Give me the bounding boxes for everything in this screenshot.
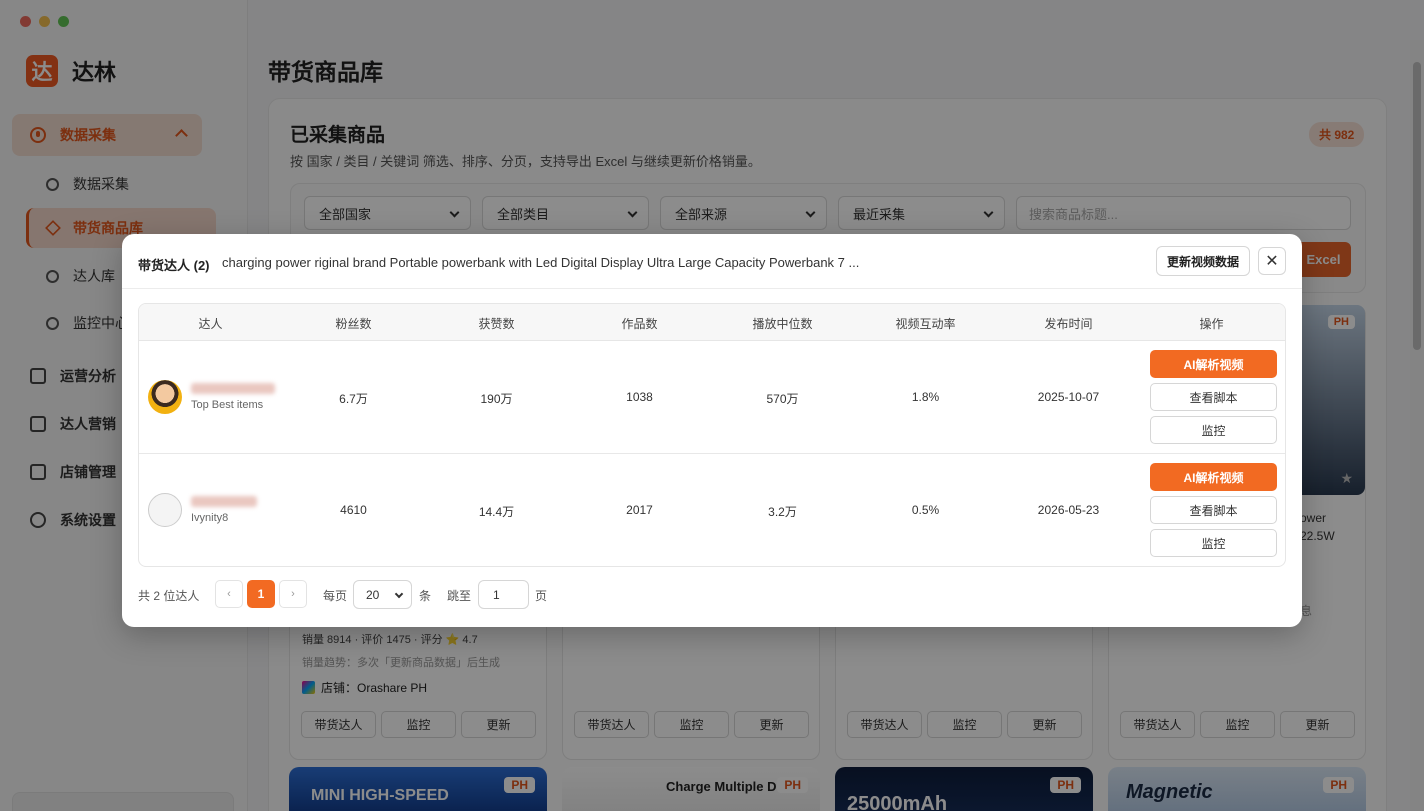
jump-label: 跳至 bbox=[447, 589, 472, 603]
view-script-button[interactable]: 查看脚本 bbox=[1150, 383, 1277, 411]
followers-cell: 6.7万 bbox=[339, 392, 368, 406]
column-header: 粉丝数 bbox=[335, 317, 372, 331]
median-views-cell: 3.2万 bbox=[768, 505, 797, 519]
engagement-cell: 0.5% bbox=[911, 503, 940, 517]
column-header: 达人 bbox=[198, 317, 223, 331]
column-header: 获赞数 bbox=[478, 317, 515, 331]
column-header: 作品数 bbox=[621, 317, 658, 331]
creator-name[interactable] bbox=[191, 383, 275, 394]
creator-handle: Ivynity8 bbox=[191, 512, 229, 524]
publish-date-cell: 2026-05-23 bbox=[1037, 503, 1100, 517]
creator-name[interactable] bbox=[191, 496, 257, 507]
table-header: 达人 粉丝数 获赞数 作品数 播放中位数 视频互动率 发布时间 操作 bbox=[139, 304, 1285, 341]
per-page-select[interactable]: 20 bbox=[353, 580, 412, 609]
per-page-value: 20 bbox=[366, 587, 380, 602]
followers-cell: 4610 bbox=[340, 503, 367, 517]
modal-title: 带货达人 (2) bbox=[138, 258, 210, 273]
monitor-creator-button[interactable]: 监控 bbox=[1150, 416, 1277, 444]
videos-cell: 2017 bbox=[626, 503, 653, 517]
page-unit: 页 bbox=[535, 589, 548, 603]
avatar[interactable] bbox=[148, 380, 182, 414]
videos-cell: 1038 bbox=[626, 390, 653, 404]
creators-modal: 带货达人 (2) charging power riginal brand Po… bbox=[122, 234, 1302, 627]
column-header: 视频互动率 bbox=[895, 317, 956, 331]
likes-cell: 190万 bbox=[480, 392, 513, 406]
chevron-down-icon bbox=[394, 589, 404, 599]
ai-analyze-video-button[interactable]: AI解析视频 bbox=[1150, 463, 1277, 491]
column-header: 操作 bbox=[1199, 317, 1224, 331]
view-script-button[interactable]: 查看脚本 bbox=[1150, 496, 1277, 524]
column-header: 播放中位数 bbox=[752, 317, 813, 331]
monitor-creator-button[interactable]: 监控 bbox=[1150, 529, 1277, 557]
modal-product-title: charging power riginal brand Portable po… bbox=[222, 255, 860, 270]
table-row: Top Best items 6.7万 190万 1038 570万 1.8% … bbox=[139, 341, 1285, 454]
creator-handle: Top Best items bbox=[191, 399, 264, 411]
median-views-cell: 570万 bbox=[766, 392, 799, 406]
per-page-unit: 条 bbox=[419, 589, 432, 603]
table-row: Ivynity8 4610 14.4万 2017 3.2万 0.5% 2026-… bbox=[139, 454, 1285, 566]
jump-page-input[interactable]: 1 bbox=[478, 580, 529, 609]
avatar[interactable] bbox=[148, 493, 182, 527]
engagement-cell: 1.8% bbox=[911, 390, 940, 404]
column-header: 发布时间 bbox=[1044, 317, 1093, 331]
next-page-button[interactable]: › bbox=[279, 580, 307, 608]
pagination-total: 共 2 位达人 bbox=[138, 589, 200, 603]
publish-date-cell: 2025-10-07 bbox=[1037, 390, 1100, 404]
likes-cell: 14.4万 bbox=[478, 505, 515, 519]
page-number-current[interactable]: 1 bbox=[247, 580, 275, 608]
close-modal-button[interactable]: ✕ bbox=[1258, 247, 1286, 275]
ai-analyze-video-button[interactable]: AI解析视频 bbox=[1150, 350, 1277, 378]
refresh-video-data-button[interactable]: 更新视频数据 bbox=[1156, 246, 1250, 276]
prev-page-button[interactable]: ‹ bbox=[215, 580, 243, 608]
close-icon: ✕ bbox=[1265, 253, 1279, 270]
creators-table: 达人 粉丝数 获赞数 作品数 播放中位数 视频互动率 发布时间 操作 Top B… bbox=[138, 303, 1286, 567]
modal-header: 带货达人 (2) charging power riginal brand Po… bbox=[122, 234, 1302, 289]
per-page-label: 每页 bbox=[323, 589, 348, 603]
